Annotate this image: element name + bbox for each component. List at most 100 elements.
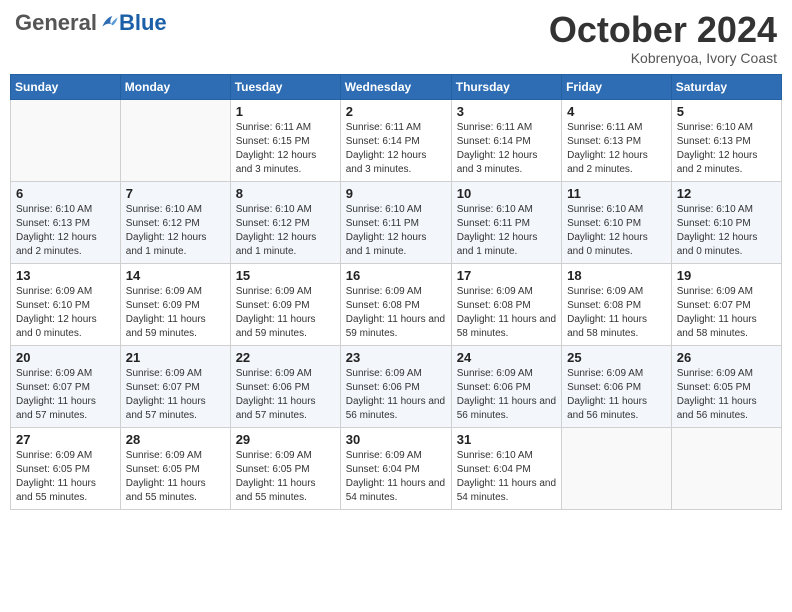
day-number: 5	[677, 104, 776, 119]
day-info: Sunrise: 6:11 AM Sunset: 6:14 PM Dayligh…	[346, 121, 446, 177]
calendar-cell: 12 Sunrise: 6:10 AM Sunset: 6:10 PM Dayli…	[671, 181, 781, 263]
calendar-cell: 20 Sunrise: 6:09 AM Sunset: 6:07 PM Dayli…	[11, 345, 121, 427]
day-number: 9	[346, 186, 446, 201]
day-info: Sunrise: 6:10 AM Sunset: 6:10 PM Dayligh…	[677, 203, 776, 259]
logo-blue-text: Blue	[119, 10, 167, 36]
calendar-cell: 30 Sunrise: 6:09 AM Sunset: 6:04 PM Dayli…	[340, 427, 451, 509]
calendar-cell: 2 Sunrise: 6:11 AM Sunset: 6:14 PM Daylig…	[340, 99, 451, 181]
calendar-cell: 11 Sunrise: 6:10 AM Sunset: 6:10 PM Dayli…	[562, 181, 672, 263]
calendar-header-friday: Friday	[562, 74, 672, 99]
calendar-cell: 27Sunrise: 6:09 AM Sunset: 6:05 PM Dayli…	[11, 427, 121, 509]
calendar-cell: 13Sunrise: 6:09 AM Sunset: 6:10 PM Dayli…	[11, 263, 121, 345]
day-number: 15	[236, 268, 335, 283]
calendar-week-row: 6 Sunrise: 6:10 AM Sunset: 6:13 PM Daylig…	[11, 181, 782, 263]
calendar-cell: 28 Sunrise: 6:09 AM Sunset: 6:05 PM Dayli…	[120, 427, 230, 509]
day-info: Sunrise: 6:09 AM Sunset: 6:07 PM Dayligh…	[126, 367, 225, 423]
day-info: Sunrise: 6:09 AM Sunset: 6:08 PM Dayligh…	[346, 285, 446, 341]
day-info: Sunrise: 6:10 AM Sunset: 6:12 PM Dayligh…	[126, 203, 225, 259]
calendar-cell	[671, 427, 781, 509]
day-info: Sunrise: 6:10 AM Sunset: 6:11 PM Dayligh…	[346, 203, 446, 259]
day-info: Sunrise: 6:09 AM Sunset: 6:04 PM Dayligh…	[346, 449, 446, 505]
day-number: 18	[567, 268, 666, 283]
calendar-cell: 8Sunrise: 6:10 AM Sunset: 6:12 PM Daylig…	[230, 181, 340, 263]
day-number: 29	[236, 432, 335, 447]
day-number: 6	[16, 186, 115, 201]
calendar-cell: 14 Sunrise: 6:09 AM Sunset: 6:09 PM Dayli…	[120, 263, 230, 345]
day-number: 28	[126, 432, 225, 447]
calendar-cell: 25 Sunrise: 6:09 AM Sunset: 6:06 PM Dayli…	[562, 345, 672, 427]
day-number: 3	[457, 104, 556, 119]
calendar-cell: 24 Sunrise: 6:09 AM Sunset: 6:06 PM Dayli…	[451, 345, 561, 427]
day-info: Sunrise: 6:09 AM Sunset: 6:09 PM Dayligh…	[126, 285, 225, 341]
day-info: Sunrise: 6:09 AM Sunset: 6:08 PM Dayligh…	[457, 285, 556, 341]
calendar-cell	[562, 427, 672, 509]
calendar-week-row: 20 Sunrise: 6:09 AM Sunset: 6:07 PM Dayli…	[11, 345, 782, 427]
day-number: 11	[567, 186, 666, 201]
day-number: 16	[346, 268, 446, 283]
day-number: 31	[457, 432, 556, 447]
day-info: Sunrise: 6:10 AM Sunset: 6:04 PM Dayligh…	[457, 449, 556, 505]
day-info: Sunrise: 6:09 AM Sunset: 6:06 PM Dayligh…	[346, 367, 446, 423]
calendar-cell: 9 Sunrise: 6:10 AM Sunset: 6:11 PM Daylig…	[340, 181, 451, 263]
day-number: 14	[126, 268, 225, 283]
day-number: 20	[16, 350, 115, 365]
day-info: Sunrise: 6:11 AM Sunset: 6:13 PM Dayligh…	[567, 121, 666, 177]
calendar-cell: 10Sunrise: 6:10 AM Sunset: 6:11 PM Dayli…	[451, 181, 561, 263]
logo: General Blue	[15, 10, 167, 36]
calendar-cell: 5Sunrise: 6:10 AM Sunset: 6:13 PM Daylig…	[671, 99, 781, 181]
location-subtitle: Kobrenyoa, Ivory Coast	[549, 50, 777, 66]
day-number: 10	[457, 186, 556, 201]
day-info: Sunrise: 6:09 AM Sunset: 6:09 PM Dayligh…	[236, 285, 335, 341]
day-number: 1	[236, 104, 335, 119]
day-info: Sunrise: 6:09 AM Sunset: 6:08 PM Dayligh…	[567, 285, 666, 341]
calendar-cell: 6 Sunrise: 6:10 AM Sunset: 6:13 PM Daylig…	[11, 181, 121, 263]
day-number: 30	[346, 432, 446, 447]
day-info: Sunrise: 6:09 AM Sunset: 6:05 PM Dayligh…	[16, 449, 115, 505]
day-info: Sunrise: 6:10 AM Sunset: 6:13 PM Dayligh…	[16, 203, 115, 259]
calendar-week-row: 1 Sunrise: 6:11 AM Sunset: 6:15 PM Daylig…	[11, 99, 782, 181]
calendar-cell: 21Sunrise: 6:09 AM Sunset: 6:07 PM Dayli…	[120, 345, 230, 427]
day-number: 7	[126, 186, 225, 201]
calendar-cell: 22 Sunrise: 6:09 AM Sunset: 6:06 PM Dayli…	[230, 345, 340, 427]
calendar-cell: 19Sunrise: 6:09 AM Sunset: 6:07 PM Dayli…	[671, 263, 781, 345]
day-info: Sunrise: 6:09 AM Sunset: 6:06 PM Dayligh…	[457, 367, 556, 423]
calendar-cell: 17 Sunrise: 6:09 AM Sunset: 6:08 PM Dayli…	[451, 263, 561, 345]
calendar-header-sunday: Sunday	[11, 74, 121, 99]
day-info: Sunrise: 6:09 AM Sunset: 6:06 PM Dayligh…	[236, 367, 335, 423]
calendar-cell: 31 Sunrise: 6:10 AM Sunset: 6:04 PM Dayli…	[451, 427, 561, 509]
day-number: 26	[677, 350, 776, 365]
day-number: 2	[346, 104, 446, 119]
month-title: October 2024	[549, 10, 777, 50]
calendar-week-row: 13Sunrise: 6:09 AM Sunset: 6:10 PM Dayli…	[11, 263, 782, 345]
day-info: Sunrise: 6:11 AM Sunset: 6:15 PM Dayligh…	[236, 121, 335, 177]
calendar-header-tuesday: Tuesday	[230, 74, 340, 99]
day-number: 19	[677, 268, 776, 283]
day-number: 25	[567, 350, 666, 365]
day-info: Sunrise: 6:09 AM Sunset: 6:06 PM Dayligh…	[567, 367, 666, 423]
logo-bird-icon	[99, 13, 119, 33]
day-number: 22	[236, 350, 335, 365]
calendar-cell	[11, 99, 121, 181]
day-number: 8	[236, 186, 335, 201]
day-info: Sunrise: 6:09 AM Sunset: 6:05 PM Dayligh…	[677, 367, 776, 423]
day-info: Sunrise: 6:09 AM Sunset: 6:10 PM Dayligh…	[16, 285, 115, 341]
day-info: Sunrise: 6:09 AM Sunset: 6:05 PM Dayligh…	[236, 449, 335, 505]
calendar-cell: 1 Sunrise: 6:11 AM Sunset: 6:15 PM Daylig…	[230, 99, 340, 181]
day-info: Sunrise: 6:11 AM Sunset: 6:14 PM Dayligh…	[457, 121, 556, 177]
day-number: 17	[457, 268, 556, 283]
calendar-cell: 18 Sunrise: 6:09 AM Sunset: 6:08 PM Dayli…	[562, 263, 672, 345]
calendar-header-row: SundayMondayTuesdayWednesdayThursdayFrid…	[11, 74, 782, 99]
day-number: 24	[457, 350, 556, 365]
day-info: Sunrise: 6:10 AM Sunset: 6:10 PM Dayligh…	[567, 203, 666, 259]
logo-general-text: General	[15, 10, 97, 36]
day-number: 12	[677, 186, 776, 201]
calendar-header-saturday: Saturday	[671, 74, 781, 99]
calendar-header-thursday: Thursday	[451, 74, 561, 99]
title-area: October 2024 Kobrenyoa, Ivory Coast	[549, 10, 777, 66]
calendar-cell: 4Sunrise: 6:11 AM Sunset: 6:13 PM Daylig…	[562, 99, 672, 181]
calendar-cell: 29 Sunrise: 6:09 AM Sunset: 6:05 PM Dayli…	[230, 427, 340, 509]
day-info: Sunrise: 6:09 AM Sunset: 6:05 PM Dayligh…	[126, 449, 225, 505]
page-header: General Blue October 2024 Kobrenyoa, Ivo…	[10, 10, 782, 66]
calendar-cell	[120, 99, 230, 181]
day-info: Sunrise: 6:09 AM Sunset: 6:07 PM Dayligh…	[16, 367, 115, 423]
